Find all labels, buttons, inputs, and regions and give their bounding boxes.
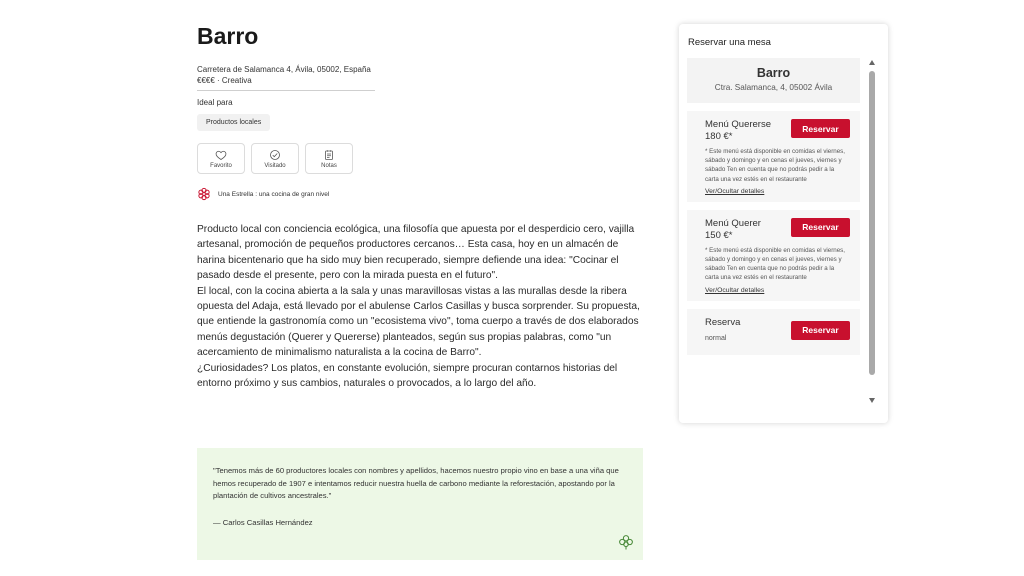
visited-label: Visitado xyxy=(264,162,286,169)
menu-card: Reserva normal Reservar xyxy=(687,308,860,355)
scroll-up-arrow[interactable] xyxy=(869,60,875,65)
restaurant-details: Barro Carretera de Salamanca 4, Ávila, 0… xyxy=(197,22,647,391)
booking-title: Reservar una mesa xyxy=(688,37,771,48)
description-paragraph: El local, con la cocina abierta a la sal… xyxy=(197,285,640,359)
divider xyxy=(197,90,375,91)
restaurant-title: Barro xyxy=(197,23,259,49)
description-paragraph: ¿Curiosidades? Los platos, en constante … xyxy=(197,362,618,390)
ideal-for-label: Ideal para xyxy=(197,98,233,107)
distinction-text: Una Estrella : una cocina de gran nivel xyxy=(218,190,330,198)
action-buttons: Favorito Visitado Notas xyxy=(197,143,647,174)
favorite-label: Favorito xyxy=(210,162,232,169)
menu-card: Menú Quererse 180 €* Reservar * Este men… xyxy=(687,111,860,202)
notes-label: Notas xyxy=(321,162,337,169)
price-and-style: €€€€ · Creativa xyxy=(197,76,252,85)
chef-quote: "Tenemos más de 60 productores locales c… xyxy=(197,448,643,560)
reserve-button[interactable]: Reservar xyxy=(791,217,850,237)
booking-header: Barro Ctra. Salamanca, 4, 05002 Ávila xyxy=(687,58,860,103)
booking-restaurant-name: Barro xyxy=(756,66,791,80)
favorite-button[interactable]: Favorito xyxy=(197,143,245,174)
scroll-down-arrow[interactable] xyxy=(869,398,875,403)
check-circle-icon xyxy=(270,149,280,160)
clover-icon xyxy=(619,535,633,550)
toggle-details-link[interactable]: Ver/Ocultar detalles xyxy=(705,287,852,294)
description-paragraph: Producto local con conciencia ecológica,… xyxy=(197,224,635,282)
visited-button[interactable]: Visitado xyxy=(251,143,299,174)
note-icon xyxy=(325,149,333,160)
michelin-star-icon xyxy=(198,187,210,201)
restaurant-description: Producto local con conciencia ecológica,… xyxy=(197,222,642,391)
menu-note: * Este menú está disponible en comidas e… xyxy=(705,246,845,282)
tag-local-products[interactable]: Productos locales xyxy=(197,114,271,131)
heart-icon xyxy=(215,150,227,160)
toggle-details-link[interactable]: Ver/Ocultar detalles xyxy=(705,188,852,195)
restaurant-address: Carretera de Salamanca 4, Ávila, 05002, … xyxy=(197,65,371,74)
menu-card: Menú Querer 150 €* Reservar * Este menú … xyxy=(687,209,860,301)
notes-button[interactable]: Notas xyxy=(305,143,353,174)
quote-author: — Carlos Casillas Hernández xyxy=(213,517,313,527)
booking-scroll-area[interactable]: Barro Ctra. Salamanca, 4, 05002 Ávila Me… xyxy=(687,58,870,418)
distinction-row: Una Estrella : una cocina de gran nivel xyxy=(197,187,647,201)
reserve-button[interactable]: Reservar xyxy=(791,320,850,340)
scrollbar-thumb[interactable] xyxy=(869,71,875,375)
booking-restaurant-address: Ctra. Salamanca, 4, 05002 Ávila xyxy=(714,83,833,92)
quote-text: "Tenemos más de 60 productores locales c… xyxy=(213,466,619,501)
booking-panel: Reservar una mesa Barro Ctra. Salamanca,… xyxy=(679,24,888,423)
menu-note: * Este menú está disponible en comidas e… xyxy=(705,148,845,183)
reserve-button[interactable]: Reservar xyxy=(791,119,850,138)
